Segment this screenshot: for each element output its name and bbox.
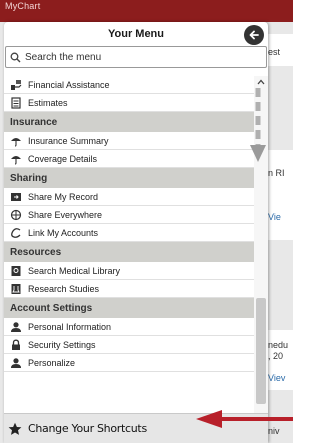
menu-item-label: Personal Information: [28, 321, 112, 332]
section-header-account-settings: Account Settings: [4, 298, 254, 318]
calculator-icon: [10, 96, 22, 109]
menu-item-label: Share My Record: [28, 191, 99, 202]
section-header-resources: Resources: [4, 242, 254, 262]
menu-title: Your Menu: [107, 28, 164, 40]
background-card: [268, 150, 293, 240]
menu-item-label: Estimates: [28, 97, 68, 108]
menu-item-label: Personalize: [28, 357, 76, 368]
umbrella-icon: [10, 135, 22, 147]
hand-money-icon: [10, 79, 22, 91]
menu-scrollbar[interactable]: [254, 76, 268, 413]
menu-item-search-medical-library[interactable]: Search Medical Library: [4, 262, 254, 280]
share-record-icon: [10, 191, 22, 203]
background-text: nedu: [268, 340, 289, 350]
app-topbar: MyChart: [0, 0, 293, 22]
menu-item-coverage-details[interactable]: Coverage Details: [4, 150, 254, 168]
menu-item-share-my-record[interactable]: Share My Record: [4, 188, 254, 206]
background-text: , 20: [268, 351, 284, 361]
chevron-up-icon[interactable]: [257, 79, 265, 85]
menu-list: Financial Assistance Estimates Insurance…: [4, 76, 254, 372]
scrollbar-thumb[interactable]: [256, 298, 266, 404]
section-header-sharing: Sharing: [4, 168, 254, 188]
person-icon: [10, 357, 22, 369]
section-header-insurance: Insurance: [4, 112, 254, 132]
background-link[interactable]: Vie: [268, 212, 293, 222]
menu-item-label: Security Settings: [28, 339, 96, 350]
person-icon: [10, 321, 22, 333]
menu-item-personalize[interactable]: Personalize: [4, 354, 254, 372]
menu-panel: Your Menu Search the menu Financial Assi…: [4, 22, 268, 443]
app-logo: MyChart: [5, 1, 41, 11]
search-icon: [10, 52, 21, 62]
menu-item-personal-information[interactable]: Personal Information: [4, 318, 254, 336]
background-text: niv: [268, 426, 280, 436]
background-text: n RI: [268, 168, 285, 178]
menu-item-financial-assistance[interactable]: Financial Assistance: [4, 76, 254, 94]
arrow-left-circle-icon: [249, 30, 259, 40]
menu-item-label: Coverage Details: [28, 153, 98, 164]
lock-icon: [10, 339, 22, 351]
research-icon: [10, 283, 22, 295]
background-text: est: [268, 47, 281, 57]
menu-item-label: Search Medical Library: [28, 265, 121, 276]
menu-item-label: Share Everywhere: [28, 209, 103, 220]
menu-item-research-studies[interactable]: Research Studies: [4, 280, 254, 298]
menu-item-insurance-summary[interactable]: Insurance Summary: [4, 132, 254, 150]
change-shortcuts-button[interactable]: Change Your Shortcuts: [4, 413, 268, 443]
menu-item-label: Research Studies: [28, 283, 100, 294]
umbrella-icon: [10, 153, 22, 165]
star-icon: [8, 422, 22, 435]
menu-item-link-my-accounts[interactable]: Link My Accounts: [4, 224, 254, 242]
menu-header: Your Menu: [4, 22, 268, 46]
menu-item-estimates[interactable]: Estimates: [4, 94, 254, 112]
menu-item-label: Insurance Summary: [28, 135, 109, 146]
library-icon: [10, 265, 22, 277]
search-placeholder: Search the menu: [25, 51, 102, 63]
menu-item-label: Financial Assistance: [28, 79, 110, 90]
share-everywhere-icon: [10, 209, 22, 221]
background-link[interactable]: Viev: [268, 373, 293, 383]
change-shortcuts-label: Change Your Shortcuts: [28, 422, 147, 435]
menu-item-security-settings[interactable]: Security Settings: [4, 336, 254, 354]
menu-item-share-everywhere[interactable]: Share Everywhere: [4, 206, 254, 224]
close-menu-button[interactable]: [244, 25, 264, 45]
link-icon: [10, 227, 22, 239]
menu-search[interactable]: Search the menu: [5, 46, 267, 68]
menu-item-label: Link My Accounts: [28, 227, 99, 238]
